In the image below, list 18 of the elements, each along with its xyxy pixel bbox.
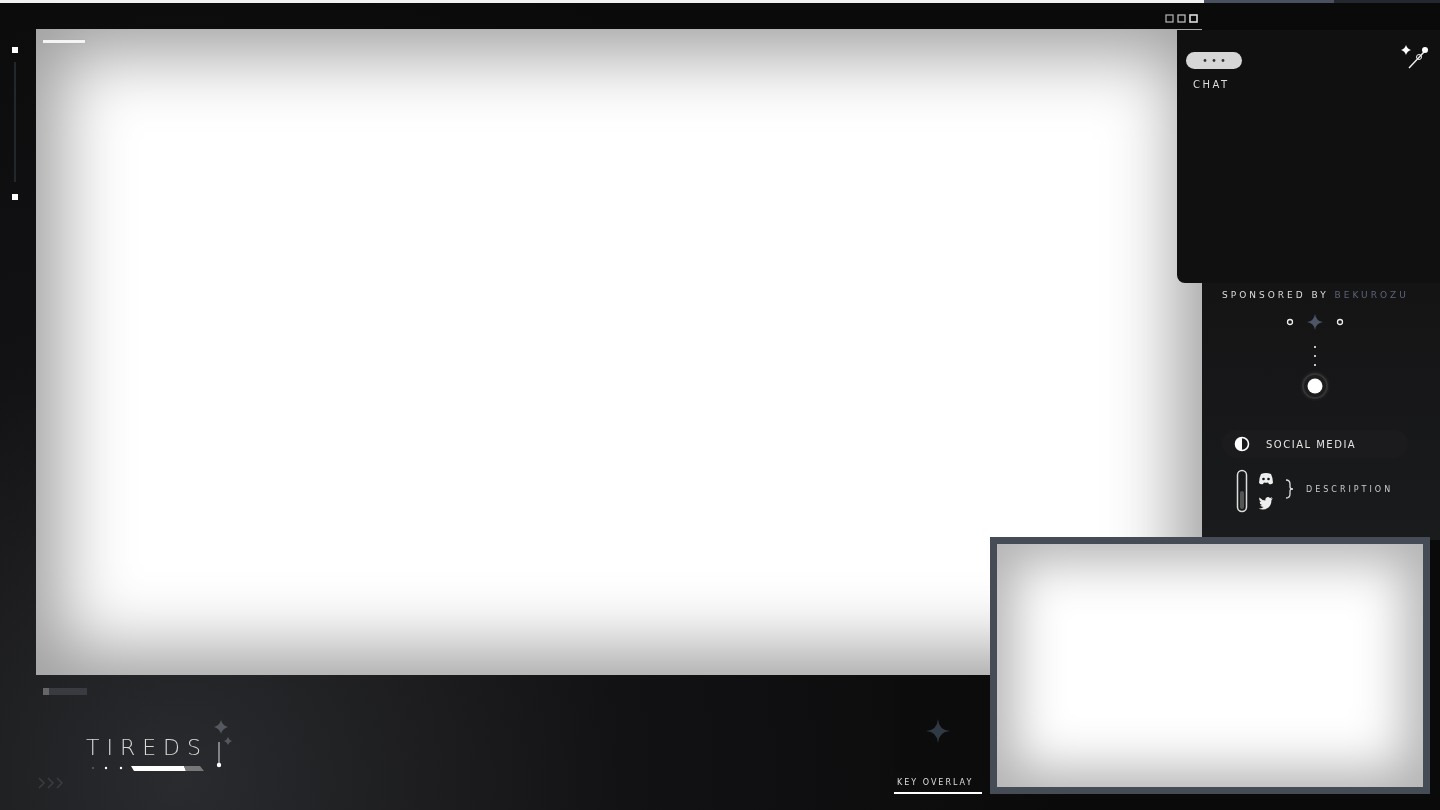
square-marker	[12, 47, 18, 53]
status-bar-icon	[43, 688, 87, 695]
description-text: DESCRIPTION	[1306, 485, 1394, 494]
game-controller-icon	[1258, 472, 1274, 486]
brand-name: TIREDS	[86, 735, 209, 760]
bird-icon	[1258, 496, 1274, 510]
sparkle-icon	[925, 718, 951, 744]
social-media-title: SOCIAL MEDIA	[1266, 438, 1357, 450]
contrast-icon	[1234, 436, 1250, 452]
sponsor-text: SPONSORED BY BEKUROZU	[1222, 290, 1409, 300]
capsule-gauge-icon	[1236, 469, 1248, 513]
key-overlay-label: KEY OVERLAY	[897, 778, 974, 787]
chat-title: CHAT	[1193, 79, 1230, 90]
brace-icon	[1285, 479, 1294, 499]
window-squares-icon	[1165, 14, 1199, 24]
screen-bar	[43, 40, 85, 43]
dots-icon	[1186, 52, 1242, 69]
square-marker	[12, 194, 18, 200]
